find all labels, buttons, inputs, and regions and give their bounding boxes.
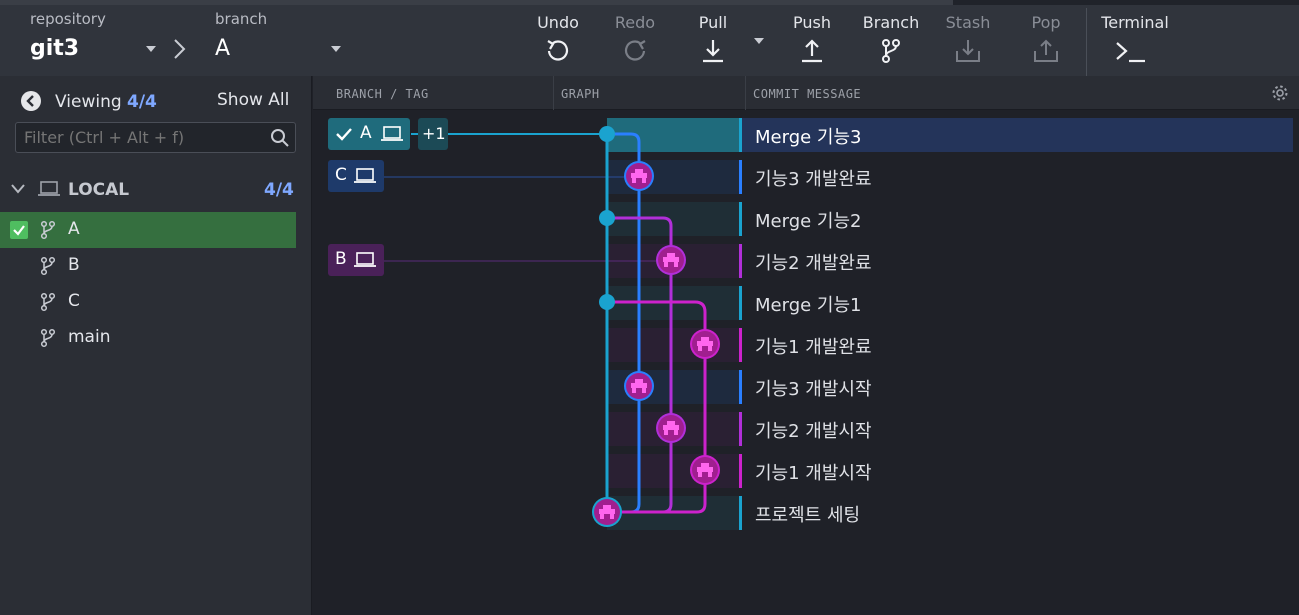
graph-lane-feature3 — [607, 132, 641, 514]
search-icon — [271, 129, 289, 147]
sidebar-branch-label: A — [68, 219, 80, 239]
stash-label: Stash — [945, 13, 991, 32]
undo-label: Undo — [537, 13, 579, 32]
terminal-icon — [1116, 42, 1145, 63]
commit-message[interactable]: Merge 기능2 — [755, 207, 861, 233]
commit-message[interactable]: 기능1 개발시작 — [755, 459, 872, 485]
terminal-label: Terminal — [1101, 13, 1169, 32]
toolbar: repository git3 branch A Undo Redo Pull — [0, 0, 1299, 76]
push-label: Push — [793, 13, 831, 32]
gear-icon[interactable] — [1271, 84, 1289, 102]
terminal-button[interactable]: Terminal — [1096, 8, 1174, 72]
branch-icon — [882, 39, 900, 63]
pop-icon — [1034, 39, 1058, 62]
branch-tag-column-header[interactable]: BRANCH / TAG — [336, 87, 429, 101]
branch-ref-a[interactable]: A — [328, 118, 410, 150]
column-divider[interactable] — [745, 76, 746, 110]
local-label: LOCAL — [68, 180, 130, 200]
laptop-icon — [354, 168, 376, 183]
pull-label: Pull — [698, 13, 728, 32]
sidebar-branch-label: C — [68, 291, 80, 311]
branch-ref-label: A — [360, 123, 372, 143]
checked-out-check-icon — [10, 221, 28, 239]
local-count: 4/4 — [264, 180, 294, 200]
pop-label: Pop — [1031, 13, 1061, 32]
undo-icon — [547, 40, 569, 61]
branch-icon — [40, 256, 56, 276]
stash-button[interactable]: Stash — [933, 8, 1003, 72]
laptop-icon — [38, 181, 60, 196]
branch-ref-b[interactable]: B — [328, 244, 384, 276]
branch-ref-label: C — [335, 165, 347, 185]
sidebar: Viewing 4/4 Show All LOCAL 4/4 A — [0, 76, 312, 615]
commit-message[interactable]: 기능2 개발시작 — [755, 417, 872, 443]
toolbar-divider — [1086, 8, 1087, 76]
chevron-right-icon — [174, 39, 186, 59]
show-all-button[interactable]: Show All — [217, 90, 289, 110]
sidebar-branch-b[interactable]: B — [0, 248, 296, 284]
sidebar-branch-main[interactable]: main — [0, 320, 296, 356]
more-refs-badge[interactable]: +1 — [418, 118, 448, 150]
commit-message[interactable]: 기능2 개발완료 — [755, 249, 872, 275]
laptop-icon — [354, 252, 376, 267]
toolbar-top-strip-accent — [0, 0, 953, 5]
pull-button[interactable]: Pull — [678, 8, 748, 72]
viewing-count: 4/4 — [127, 92, 157, 112]
commit-message[interactable]: Merge 기능1 — [755, 291, 861, 317]
branch-ref-c[interactable]: C — [328, 160, 384, 192]
column-divider[interactable] — [553, 76, 554, 110]
branch-ref-label: B — [335, 249, 347, 269]
branch-icon — [40, 292, 56, 312]
more-refs-count: +1 — [422, 124, 446, 143]
chevron-down-icon — [11, 184, 25, 194]
commit-message[interactable]: 기능3 개발시작 — [755, 375, 872, 401]
redo-button[interactable]: Redo — [600, 8, 670, 72]
branch-button-label: Branch — [862, 13, 920, 32]
graph-lane-feature1 — [607, 300, 707, 514]
merge-commit-dot[interactable] — [599, 210, 615, 226]
pull-options-dropdown-icon[interactable] — [754, 38, 764, 44]
commit-message[interactable]: 기능1 개발완료 — [755, 333, 872, 359]
branch-value: A — [215, 36, 231, 61]
branch-button[interactable]: Branch — [856, 8, 926, 72]
back-icon[interactable] — [20, 90, 42, 112]
branch-icon — [40, 328, 56, 348]
graph-column-header: BRANCH / TAG GRAPH COMMIT MESSAGE — [313, 76, 1299, 110]
pop-button[interactable]: Pop — [1011, 8, 1081, 72]
redo-icon — [624, 40, 646, 61]
merge-commit-dot[interactable] — [599, 294, 615, 310]
commit-message-column-header[interactable]: COMMIT MESSAGE — [753, 87, 861, 101]
filter-input[interactable] — [15, 122, 296, 153]
sidebar-branch-label: B — [68, 255, 80, 275]
push-icon — [802, 39, 822, 63]
commit-message[interactable]: 프로젝트 세팅 — [755, 501, 860, 527]
merge-commit-dot[interactable] — [599, 126, 615, 142]
commit-message[interactable]: 기능3 개발완료 — [755, 165, 872, 191]
check-icon — [336, 128, 352, 141]
pull-icon — [703, 40, 723, 63]
graph-column-header-label[interactable]: GRAPH — [561, 87, 600, 101]
repository-label: repository — [30, 10, 106, 28]
push-button[interactable]: Push — [777, 8, 847, 72]
undo-button[interactable]: Undo — [523, 8, 593, 72]
laptop-icon — [381, 126, 403, 141]
sidebar-branch-label: main — [68, 327, 111, 347]
viewing-label: Viewing — [55, 92, 122, 112]
commit-message[interactable]: Merge 기능3 — [755, 123, 861, 149]
sidebar-branch-a[interactable]: A — [0, 212, 296, 248]
branch-icon — [40, 220, 56, 240]
redo-label: Redo — [614, 13, 656, 32]
repository-value: git3 — [30, 36, 80, 61]
branch-label: branch — [215, 10, 268, 28]
repository-dropdown-icon — [146, 46, 156, 52]
sidebar-branch-c[interactable]: C — [0, 284, 296, 320]
branch-dropdown-icon — [331, 46, 341, 52]
stash-icon — [956, 40, 980, 62]
